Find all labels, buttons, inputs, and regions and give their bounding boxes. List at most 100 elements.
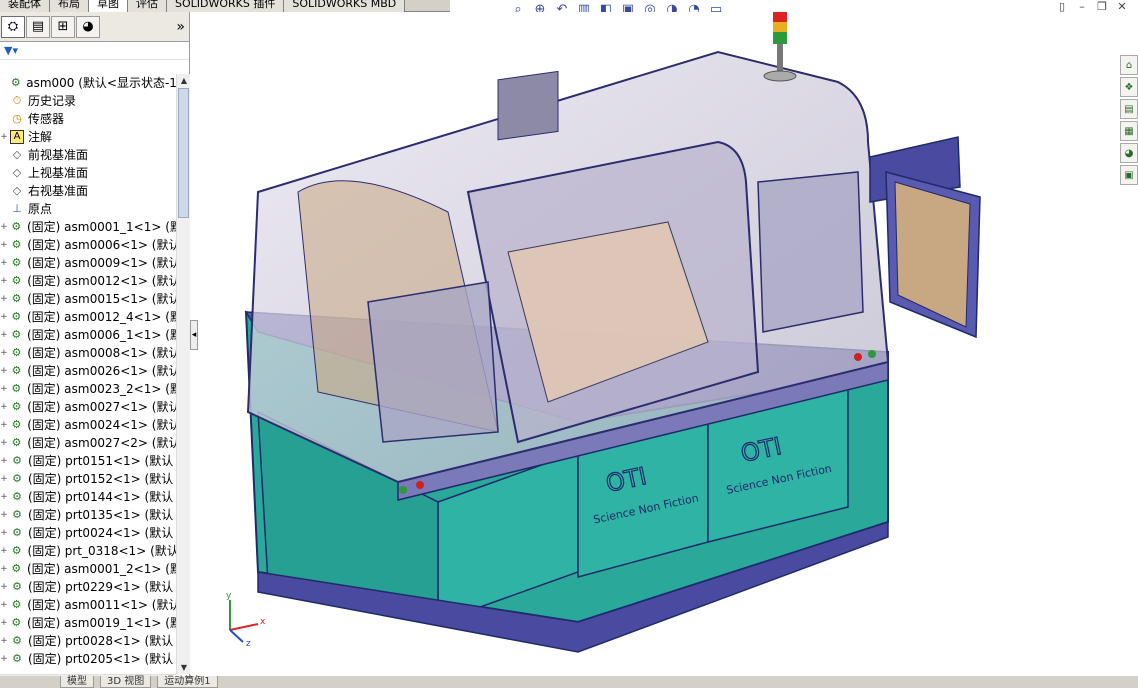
expand-icon[interactable]: + — [0, 542, 8, 560]
expand-icon[interactable]: + — [0, 596, 8, 614]
home-icon[interactable]: ⌂ — [1120, 55, 1138, 75]
tree-item[interactable]: + ⚙ (固定) prt0024<1> (默认 — [0, 524, 176, 542]
tree-item-label: (固定) asm0006_1<1> (默 — [27, 328, 176, 342]
view-palette-icon[interactable]: ▦ — [1120, 121, 1138, 141]
expand-icon[interactable]: + — [0, 452, 8, 470]
custom-properties-icon[interactable]: ▣ — [1120, 165, 1138, 185]
bottom-tab-0[interactable]: 模型 — [60, 676, 94, 688]
tree-item-label: (固定) prt0152<1> (默认 — [28, 472, 174, 486]
expand-icon[interactable]: + — [0, 488, 8, 506]
tree-item[interactable]: + ⚙ (固定) prt0028<1> (默认 — [0, 632, 176, 650]
tree-item[interactable]: ◇ 上视基准面 — [0, 164, 176, 182]
tree-item[interactable]: + ⚙ (固定) asm0011<1> (默认 — [0, 596, 176, 614]
tree-item[interactable]: + ⚙ (固定) asm0001_2<1> (默 — [0, 560, 176, 578]
tree-item[interactable]: + ⚙ (固定) prt0151<1> (默认 — [0, 452, 176, 470]
expand-icon[interactable]: + — [0, 308, 8, 326]
feature-manager-icon[interactable]: ⛭ — [1, 15, 25, 38]
expand-icon[interactable]: + — [0, 218, 8, 236]
expand-icon[interactable]: + — [0, 398, 8, 416]
tree-item-label: (固定) prt0229<1> (默认 — [28, 580, 174, 594]
expand-icon[interactable]: + — [0, 362, 8, 380]
tree-item[interactable]: + ⚙ (固定) asm0006_1<1> (默 — [0, 326, 176, 344]
expand-icon[interactable]: + — [0, 650, 8, 668]
tab-5[interactable]: SOLIDWORKS MBD — [284, 0, 406, 12]
tree-item[interactable]: + ⚙ (固定) asm0023_2<1> (默 — [0, 380, 176, 398]
tree-item-label: 历史记录 — [28, 94, 77, 108]
expand-icon[interactable]: + — [0, 506, 8, 524]
assembly-icon: ⚙ — [11, 292, 22, 305]
tree-item[interactable]: ⏱ 历史记录 — [0, 92, 176, 110]
expand-icon[interactable]: + — [0, 632, 8, 650]
tree-item[interactable]: + ⚙ (固定) asm0026<1> (默认 — [0, 362, 176, 380]
tree-item[interactable]: ⊥ 原点 — [0, 200, 176, 218]
tree-item[interactable]: ◷ 传感器 — [0, 110, 176, 128]
expand-icon[interactable]: + — [0, 254, 8, 272]
appearances-icon[interactable]: ◕ — [1120, 143, 1138, 163]
bottom-tab-2[interactable]: 运动算例1 — [157, 676, 218, 688]
assembly-icon: ⚙ — [12, 508, 22, 521]
tree-item-label: (固定) asm0001_1<1> (默 — [27, 220, 176, 234]
panel-collapse-handle[interactable]: ◂ — [190, 320, 198, 350]
tree-item[interactable]: ◇ 右视基准面 — [0, 182, 176, 200]
expand-icon[interactable]: + — [0, 290, 8, 308]
tab-3[interactable]: 评估 — [128, 0, 167, 12]
configuration-manager-icon[interactable]: ⊞ — [51, 15, 75, 38]
graphics-area[interactable]: OTI Science Non Fiction OTI Science Non … — [198, 12, 1118, 676]
expand-icon[interactable]: + — [0, 272, 8, 290]
scroll-thumb[interactable] — [178, 88, 189, 218]
green-button-icon — [868, 350, 876, 358]
scroll-down-icon[interactable]: ▼ — [177, 661, 191, 674]
tree-item[interactable]: + ⚙ (固定) asm0012_4<1> (默 — [0, 308, 176, 326]
tree-item[interactable]: + ⚙ (固定) asm0009<1> (默认 — [0, 254, 176, 272]
tree-item-label: (固定) prt0135<1> (默认 — [28, 508, 174, 522]
expand-icon[interactable]: + — [0, 326, 8, 344]
more-tabs-button[interactable]: » — [176, 19, 185, 35]
expand-icon[interactable]: + — [0, 344, 8, 362]
expand-icon[interactable]: + — [0, 470, 8, 488]
tree-item[interactable]: + ⚙ (固定) asm0024<1> (默认 — [0, 416, 176, 434]
tree-item[interactable]: + ⚙ (固定) prt_0318<1> (默认 — [0, 542, 176, 560]
tree-item[interactable]: + ⚙ (固定) asm0001_1<1> (默 — [0, 218, 176, 236]
tree-item[interactable]: + ⚙ (固定) asm0015<1> (默认 — [0, 290, 176, 308]
tree-item[interactable]: + ⚙ (固定) prt0229<1> (默认 — [0, 578, 176, 596]
tab-0[interactable]: 装配体 — [0, 0, 50, 12]
tree-item[interactable]: + ⚙ (固定) asm0006<1> (默认 — [0, 236, 176, 254]
expand-icon[interactable]: + — [0, 614, 8, 632]
tree-item[interactable]: + ⚙ (固定) prt0205<1> (默认 — [0, 650, 176, 668]
expand-icon[interactable]: + — [0, 560, 8, 578]
tab-1[interactable]: 布局 — [50, 0, 89, 12]
tree-vertical-scrollbar[interactable]: ▲ ▼ — [176, 74, 190, 674]
tree-item-label: 右视基准面 — [28, 184, 89, 198]
tree-item[interactable]: + ⚙ (固定) asm0008<1> (默认 — [0, 344, 176, 362]
tab-2[interactable]: 草图 — [89, 0, 128, 12]
tab-4[interactable]: SOLIDWORKS 插件 — [167, 0, 285, 12]
tree-item[interactable]: + ⚙ (固定) prt0135<1> (默认 — [0, 506, 176, 524]
feature-manager-panel: ⛭ ▤ ⊞ ◕ » ▼▾ ⚙ asm000 (默认<显示状态-1> ⏱ 历史记录 ◷ 传感… — [0, 12, 190, 688]
tree-item[interactable]: + ⚙ (固定) prt0144<1> (默认 — [0, 488, 176, 506]
tree-item[interactable]: ⚙ asm000 (默认<显示状态-1> — [0, 74, 176, 92]
expand-icon[interactable]: + — [0, 416, 8, 434]
tree-item[interactable]: + ⚙ (固定) prt0152<1> (默认 — [0, 470, 176, 488]
design-library-icon[interactable]: ❖ — [1120, 77, 1138, 97]
tree-item[interactable]: + ⚙ (固定) asm0027<1> (默认 — [0, 398, 176, 416]
scroll-up-icon[interactable]: ▲ — [177, 74, 191, 87]
tree-item[interactable]: + ⚙ (固定) asm0027<2> (默认 — [0, 434, 176, 452]
display-manager-icon[interactable]: ◕ — [76, 15, 100, 38]
tree-item[interactable]: + ⚙ (固定) asm0012<1> (默认 — [0, 272, 176, 290]
filter-icon[interactable]: ▼▾ — [0, 42, 189, 60]
property-manager-icon[interactable]: ▤ — [26, 15, 50, 38]
expand-icon[interactable]: + — [0, 578, 8, 596]
file-explorer-icon[interactable]: ▤ — [1120, 99, 1138, 119]
expand-icon[interactable]: + — [0, 236, 8, 254]
tree-item[interactable]: + ⚙ (固定) asm0019_1<1> (默 — [0, 614, 176, 632]
bottom-tab-1[interactable]: 3D 视图 — [100, 676, 152, 688]
tree-item[interactable]: + A 注解 — [0, 128, 176, 146]
tree-item-label: (固定) asm0006<1> (默认 — [27, 238, 176, 252]
tree-item[interactable]: ◇ 前视基准面 — [0, 146, 176, 164]
assembly-icon: ⚙ — [11, 346, 22, 359]
expand-icon[interactable]: + — [0, 380, 8, 398]
expand-icon[interactable]: + — [0, 128, 8, 146]
expand-icon[interactable]: + — [0, 434, 8, 452]
expand-icon[interactable]: + — [0, 524, 8, 542]
assembly-icon: ⚙ — [11, 382, 22, 395]
